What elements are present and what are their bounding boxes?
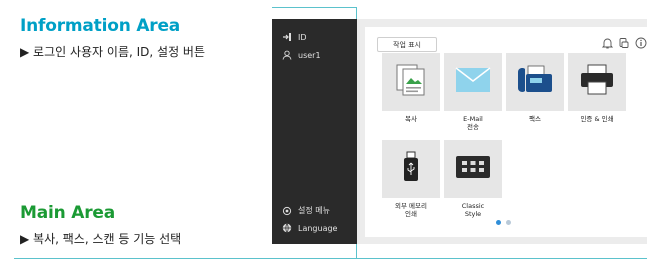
- copy-tile[interactable]: 복사: [382, 53, 440, 123]
- usb-drive-icon: [401, 151, 421, 187]
- fax-label: 팩스: [529, 115, 541, 123]
- main-area-title: Main Area: [20, 203, 115, 223]
- auth-print-tile[interactable]: 인증 & 인쇄: [568, 53, 626, 123]
- sidebar-id-row[interactable]: ID: [282, 32, 307, 42]
- main-area-desc: ▶ 복사, 팩스, 스캔 등 기능 선택: [20, 232, 182, 246]
- guide-line-bottom: [14, 258, 647, 259]
- fax-icon: [516, 64, 554, 100]
- copy-label: 복사: [405, 115, 417, 123]
- device-status-icon[interactable]: [617, 36, 631, 50]
- info-area-title: Information Area: [20, 16, 181, 36]
- info-area-desc: ▶ 로그인 사용자 이름, ID, 설정 버튼: [20, 45, 206, 59]
- id-login-icon: [282, 32, 292, 42]
- sidebar-user-label: user1: [298, 50, 321, 60]
- main-area-panel: 작업 표시 복사 E-Mail 전송 팩스 인증 & 인쇄 외부 메모리 인쇄 …: [357, 19, 647, 244]
- info-icon[interactable]: [634, 36, 647, 50]
- classic-style-label: Classic Style: [461, 202, 485, 218]
- email-label: E-Mail 전송: [463, 115, 483, 131]
- usb-print-tile[interactable]: 외부 메모리 인쇄: [382, 140, 440, 218]
- bell-icon[interactable]: [600, 36, 614, 50]
- keypad-icon: [455, 155, 491, 183]
- page-dot-inactive[interactable]: [506, 220, 511, 225]
- copy-icon: [395, 63, 427, 101]
- gear-icon: [282, 206, 292, 216]
- guide-line-top: [272, 7, 357, 8]
- sidebar-language-label: Language: [298, 223, 338, 233]
- sidebar-id-label: ID: [298, 32, 307, 42]
- usb-print-label: 외부 메모리 인쇄: [395, 202, 427, 218]
- classic-style-tile[interactable]: Classic Style: [444, 140, 502, 218]
- page-dot-active[interactable]: [496, 220, 501, 225]
- email-tile[interactable]: E-Mail 전송: [444, 53, 502, 131]
- auth-print-label: 인증 & 인쇄: [580, 115, 614, 123]
- information-sidebar: ID user1 설정 메뉴 Language: [272, 19, 357, 244]
- task-display-button[interactable]: 작업 표시: [377, 37, 437, 52]
- sidebar-user-row[interactable]: user1: [282, 50, 321, 60]
- user-icon: [282, 50, 292, 60]
- envelope-icon: [455, 67, 491, 97]
- printer-icon: [579, 64, 615, 100]
- fax-tile[interactable]: 팩스: [506, 53, 564, 123]
- main-content: 작업 표시 복사 E-Mail 전송 팩스 인증 & 인쇄 외부 메모리 인쇄 …: [365, 27, 647, 237]
- sidebar-language-row[interactable]: Language: [282, 223, 337, 233]
- sidebar-settings-row[interactable]: 설정 메뉴: [282, 205, 330, 216]
- globe-icon: [282, 223, 292, 233]
- sidebar-settings-label: 설정 메뉴: [298, 206, 330, 215]
